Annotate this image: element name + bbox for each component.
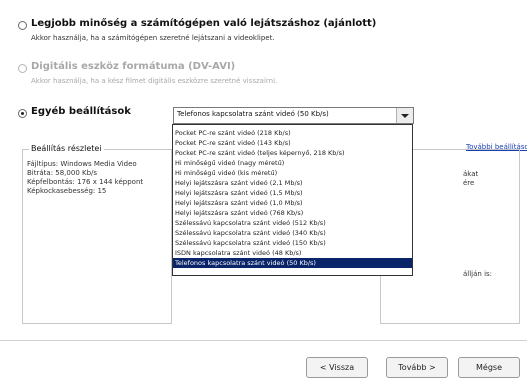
detail-resolution: Képfelbontás: 176 x 144 képpont bbox=[27, 178, 144, 186]
dv-avi-radio[interactable] bbox=[18, 64, 27, 73]
cancel-button[interactable]: Mégse bbox=[458, 357, 520, 378]
settings-dropdown-list[interactable]: Pocket PC-re szánt videó (218 Kb/s) Pock… bbox=[172, 124, 413, 276]
detail-file-type: Fájltípus: Windows Media Video bbox=[27, 160, 137, 168]
dropdown-item-selected[interactable]: Telefonos kapcsolatra szánt videó (50 Kb… bbox=[173, 258, 412, 268]
dropdown-item[interactable]: Szélessávú kapcsolatra szánt videó (512 … bbox=[173, 218, 412, 228]
dropdown-item[interactable]: Helyi lejátszásra szánt videó (1,0 Mb/s) bbox=[173, 198, 412, 208]
other-settings-radio[interactable] bbox=[18, 109, 27, 118]
best-quality-label[interactable]: Legjobb minőség a számítógépen való lejá… bbox=[31, 18, 376, 29]
settings-details-legend: Beállítás részletei bbox=[29, 144, 104, 153]
dropdown-item[interactable]: ISDN kapcsolatra szánt videó (48 Kb/s) bbox=[173, 248, 412, 258]
dropdown-item[interactable]: Pocket PC-re szánt videó (218 Kb/s) bbox=[173, 128, 412, 138]
file-size-text-2: ére bbox=[463, 179, 475, 187]
dropdown-item[interactable]: Szélessávú kapcsolatra szánt videó (340 … bbox=[173, 228, 412, 238]
detail-frame-rate: Képkockasebesség: 15 bbox=[27, 187, 107, 195]
detail-bitrate: Bitráta: 58,000 Kb/s bbox=[27, 169, 98, 177]
dropdown-item[interactable]: Helyi lejátszásra szánt videó (2,1 Mb/s) bbox=[173, 178, 412, 188]
back-button[interactable]: < Vissza bbox=[306, 357, 368, 378]
file-size-text-1: ákat bbox=[463, 170, 479, 178]
dropdown-item[interactable]: Pocket PC-re szánt videó (143 Kb/s) bbox=[173, 138, 412, 148]
settings-details-group: Beállítás részletei Fájltípus: Windows M… bbox=[22, 144, 172, 324]
dv-avi-label: Digitális eszköz formátuma (DV-AVI) bbox=[31, 61, 236, 72]
dv-avi-description: Akkor használja, ha a kész filmet digitá… bbox=[31, 77, 278, 85]
next-button[interactable]: Tovább > bbox=[386, 357, 448, 378]
best-quality-description: Akkor használja, ha a számítógépen szere… bbox=[31, 34, 275, 42]
bottom-separator bbox=[0, 340, 527, 341]
settings-combobox[interactable]: Telefonos kapcsolatra szánt videó (50 Kb… bbox=[173, 107, 414, 124]
dropdown-item[interactable]: Hi minőségű videó (kis méretű) bbox=[173, 168, 412, 178]
dropdown-item[interactable]: Helyi lejátszásra szánt videó (1,5 Mb/s) bbox=[173, 188, 412, 198]
other-settings-label[interactable]: Egyéb beállítások bbox=[31, 106, 131, 117]
dropdown-item[interactable]: Helyi lejátszásra szánt videó (768 Kb/s) bbox=[173, 208, 412, 218]
settings-combobox-value: Telefonos kapcsolatra szánt videó (50 Kb… bbox=[177, 110, 329, 118]
chevron-down-icon[interactable] bbox=[396, 108, 413, 123]
dropdown-item[interactable]: Pocket PC-re szánt videó (teljes képerny… bbox=[173, 148, 412, 158]
file-size-text-3: állján is: bbox=[463, 270, 493, 278]
best-quality-radio[interactable] bbox=[18, 21, 27, 30]
dropdown-item[interactable]: Szélessávú kapcsolatra szánt videó (150 … bbox=[173, 238, 412, 248]
dropdown-item[interactable]: Hi minőségű videó (nagy méretű) bbox=[173, 158, 412, 168]
